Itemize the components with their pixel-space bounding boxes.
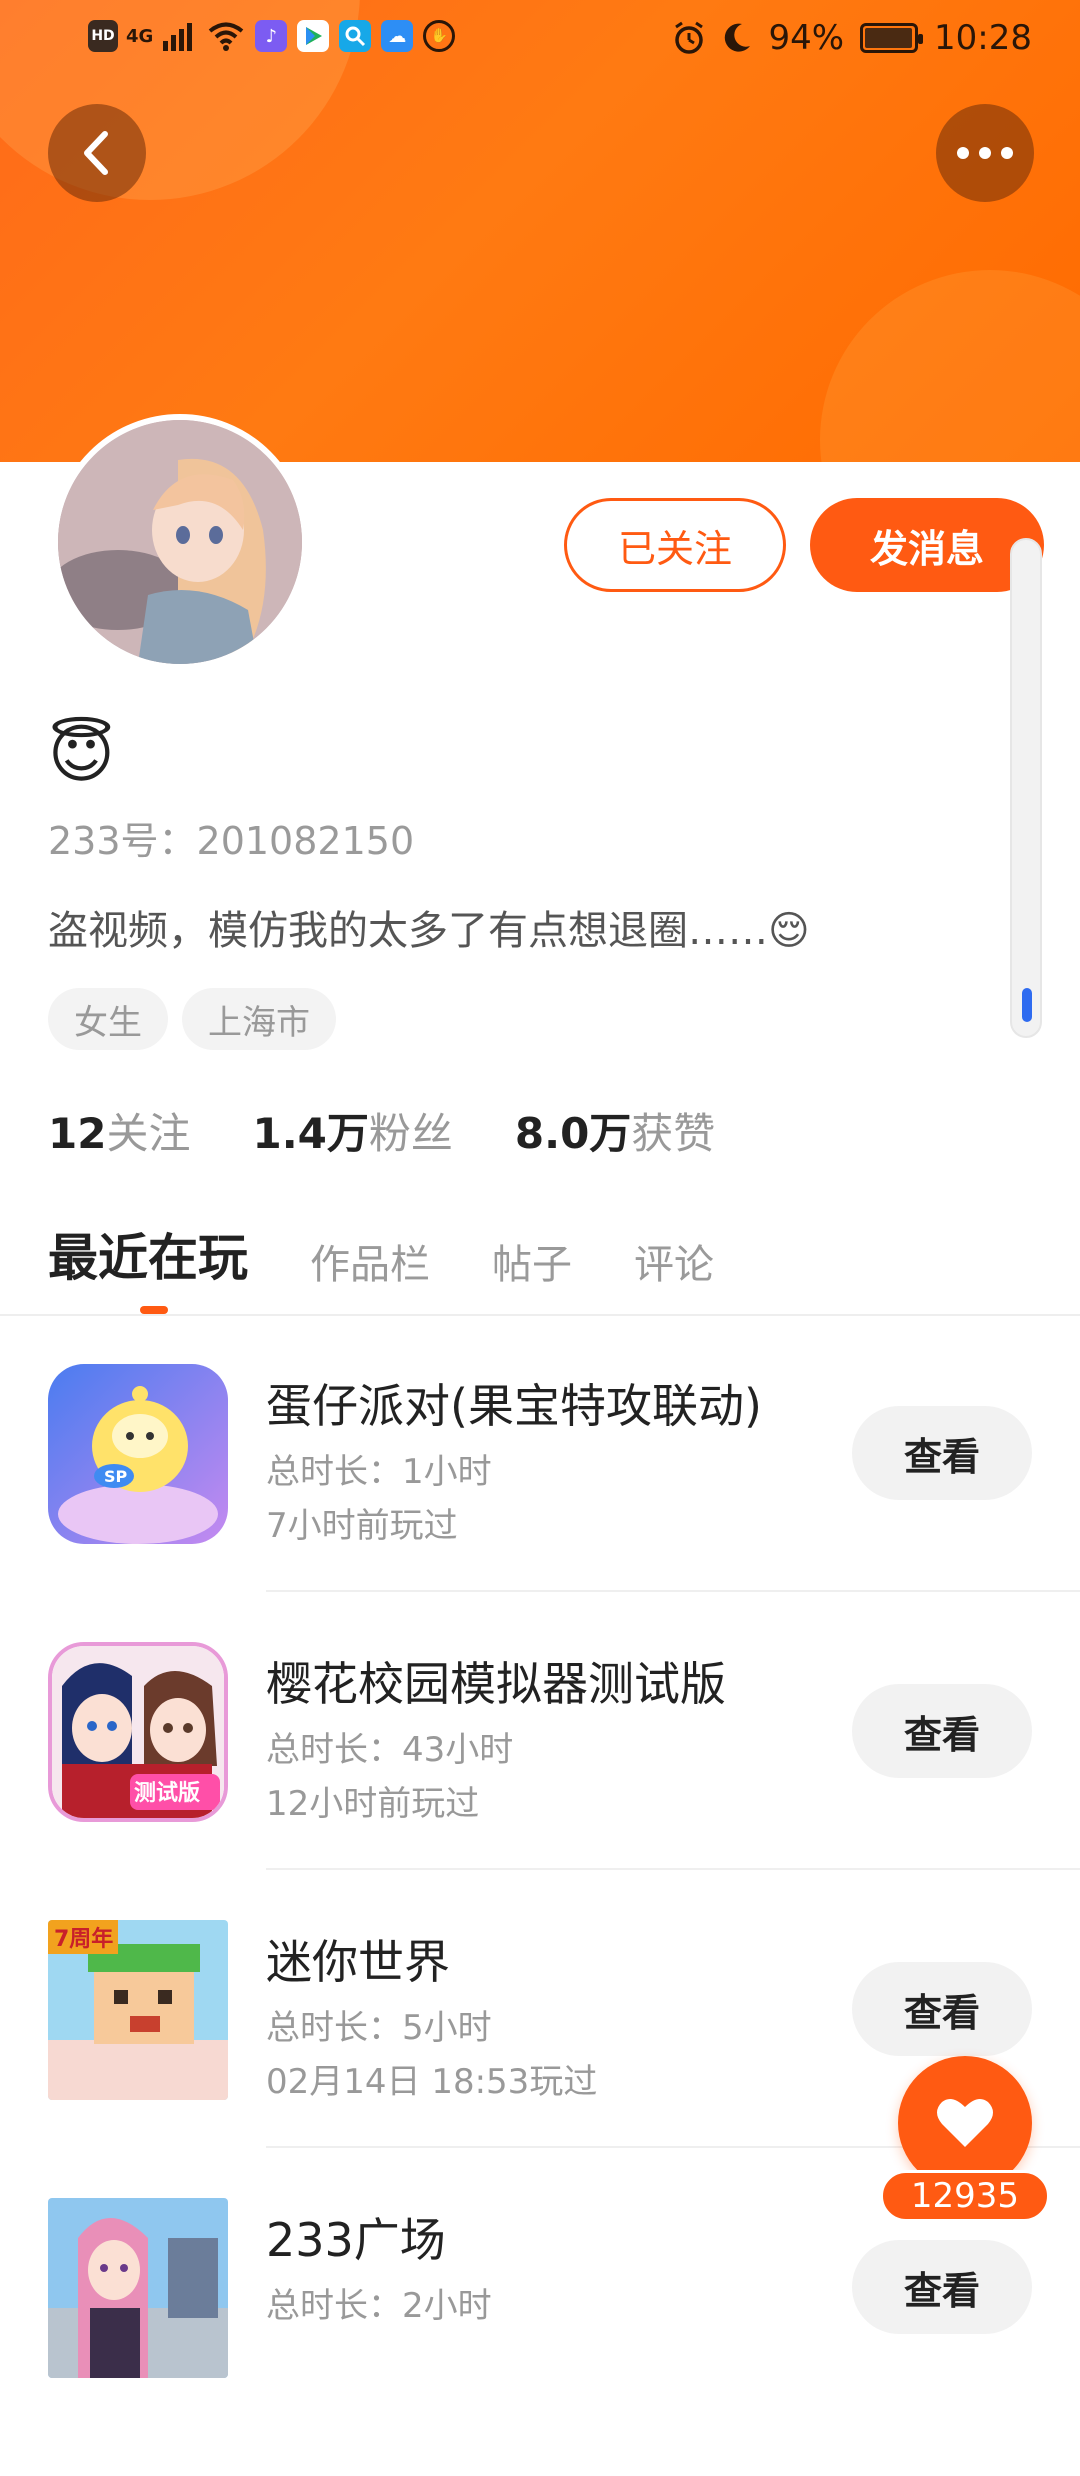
sakura-badge-text: 测试版 <box>134 1781 200 1806</box>
tab-recently-played[interactable]: 最近在玩 <box>48 1218 248 1290</box>
status-left: HD 4G ♪ ☁ ✋ <box>88 20 456 52</box>
heart-icon <box>937 2098 993 2147</box>
music-app-icon: ♪ <box>255 20 288 52</box>
game-name: 樱花校园模拟器测试版 <box>266 1657 726 1711</box>
stat-likes-label: 获赞 <box>631 1109 716 1158</box>
stat-followers[interactable]: 1.4万粉丝 <box>252 1100 452 1161</box>
view-button[interactable]: 查看 <box>852 1962 1032 2056</box>
tab-divider <box>0 1314 1080 1316</box>
game-name: 迷你世界 <box>266 1935 450 1989</box>
game-icon-sakura-school[interactable]: 测试版 <box>48 1642 228 1822</box>
signal-icon <box>163 23 193 51</box>
game-duration: 总时长：1小时 <box>266 1452 492 1492</box>
wifi-icon <box>209 22 244 51</box>
chevron-left-icon <box>84 131 108 175</box>
game-item[interactable]: SP 蛋仔派对(果宝特攻联动) 总时长：1小时 7小时前玩过 查看 <box>0 1364 1080 1642</box>
like-count: 12935 <box>880 2170 1050 2222</box>
hd-icon: HD <box>88 20 118 52</box>
play-store-icon <box>297 20 330 52</box>
moon-icon <box>725 23 751 52</box>
nickname-emoji: 😇 <box>48 718 115 792</box>
weather-app-icon: ☁ <box>381 20 414 52</box>
profile-stats: 12关注 1.4万粉丝 8.0万获赞 <box>48 1100 715 1161</box>
game-item[interactable]: 测试版 樱花校园模拟器测试版 总时长：43小时 12小时前玩过 查看 <box>0 1642 1080 1920</box>
tab-comments[interactable]: 评论 <box>634 1232 714 1290</box>
game-last-played: 12小时前玩过 <box>266 1784 480 1824</box>
more-button[interactable] <box>936 104 1034 202</box>
game-icon-mini-world[interactable]: 7周年 <box>48 1920 228 2100</box>
more-dots-icon <box>957 147 1013 159</box>
battery-fill <box>865 28 913 48</box>
status-right: 94% 10:28 <box>672 18 1032 58</box>
status-bar: HD 4G ♪ ☁ ✋ 94% 10:28 <box>0 0 1080 80</box>
tab-posts[interactable]: 帖子 <box>492 1232 572 1290</box>
game-duration: 总时长：2小时 <box>266 2286 492 2326</box>
row-divider <box>266 1868 1080 1870</box>
followed-button[interactable]: 已关注 <box>564 498 786 592</box>
stat-likes-number: 8.0万 <box>514 1109 632 1158</box>
game-last-played: 7小时前玩过 <box>266 1506 458 1546</box>
view-button[interactable]: 查看 <box>852 1684 1032 1778</box>
game-last-played: 02月14日 18:53玩过 <box>266 2062 598 2102</box>
user-bio: 盗视频，模仿我的太多了有点想退圈……😌 <box>48 908 810 954</box>
stat-followers-label: 粉丝 <box>368 1109 453 1158</box>
search-app-icon <box>339 20 372 52</box>
stat-followers-number: 1.4万 <box>252 1109 369 1158</box>
stat-likes: 8.0万获赞 <box>515 1100 715 1161</box>
tag-gender: 女生 <box>48 988 168 1050</box>
tab-works[interactable]: 作品栏 <box>310 1232 430 1290</box>
view-button[interactable]: 查看 <box>852 1406 1032 1500</box>
game-item[interactable]: 233广场 总时长：2小时 查看 <box>0 2198 1080 2476</box>
send-message-button[interactable]: 发消息 <box>810 498 1044 592</box>
game-name: 蛋仔派对(果宝特攻联动) <box>266 1379 762 1433</box>
battery-icon <box>860 23 924 53</box>
eggy-badge-text: SP <box>104 1467 128 1486</box>
game-icon-eggy-party[interactable]: SP <box>48 1364 228 1544</box>
battery-percent: 94% <box>768 18 845 58</box>
row-divider <box>266 1590 1080 1592</box>
scrollbar[interactable] <box>1010 538 1042 1038</box>
stat-following-label: 关注 <box>106 1109 191 1158</box>
network-label: 4G <box>126 25 154 47</box>
alarm-icon <box>675 21 704 54</box>
tag-location: 上海市 <box>182 988 336 1050</box>
avatar[interactable] <box>52 414 308 670</box>
avatar-illustration <box>58 420 302 664</box>
clock: 10:28 <box>934 18 1032 58</box>
banner-glow <box>820 270 1080 462</box>
game-duration: 总时长：43小时 <box>266 1730 514 1770</box>
mini-badge-text: 7周年 <box>54 1926 113 1952</box>
user-id: 233号：201082150 <box>48 819 415 863</box>
stat-following-number: 12 <box>48 1109 107 1158</box>
profile-tags: 女生 上海市 <box>48 988 336 1050</box>
view-button[interactable]: 查看 <box>852 2240 1032 2334</box>
active-tab-indicator <box>140 1306 168 1314</box>
shield-app-icon: ✋ <box>423 20 456 52</box>
game-name: 233广场 <box>266 2213 446 2267</box>
back-button[interactable] <box>48 104 146 202</box>
profile-tabs: 最近在玩 作品栏 帖子 评论 <box>48 1218 714 1290</box>
scrollbar-thumb[interactable] <box>1022 988 1032 1022</box>
stat-following[interactable]: 12关注 <box>48 1100 190 1161</box>
game-icon-233-plaza[interactable] <box>48 2198 228 2378</box>
profile-banner: HD 4G ♪ ☁ ✋ 94% 10:28 <box>0 0 1080 462</box>
game-duration: 总时长：5小时 <box>266 2008 492 2048</box>
